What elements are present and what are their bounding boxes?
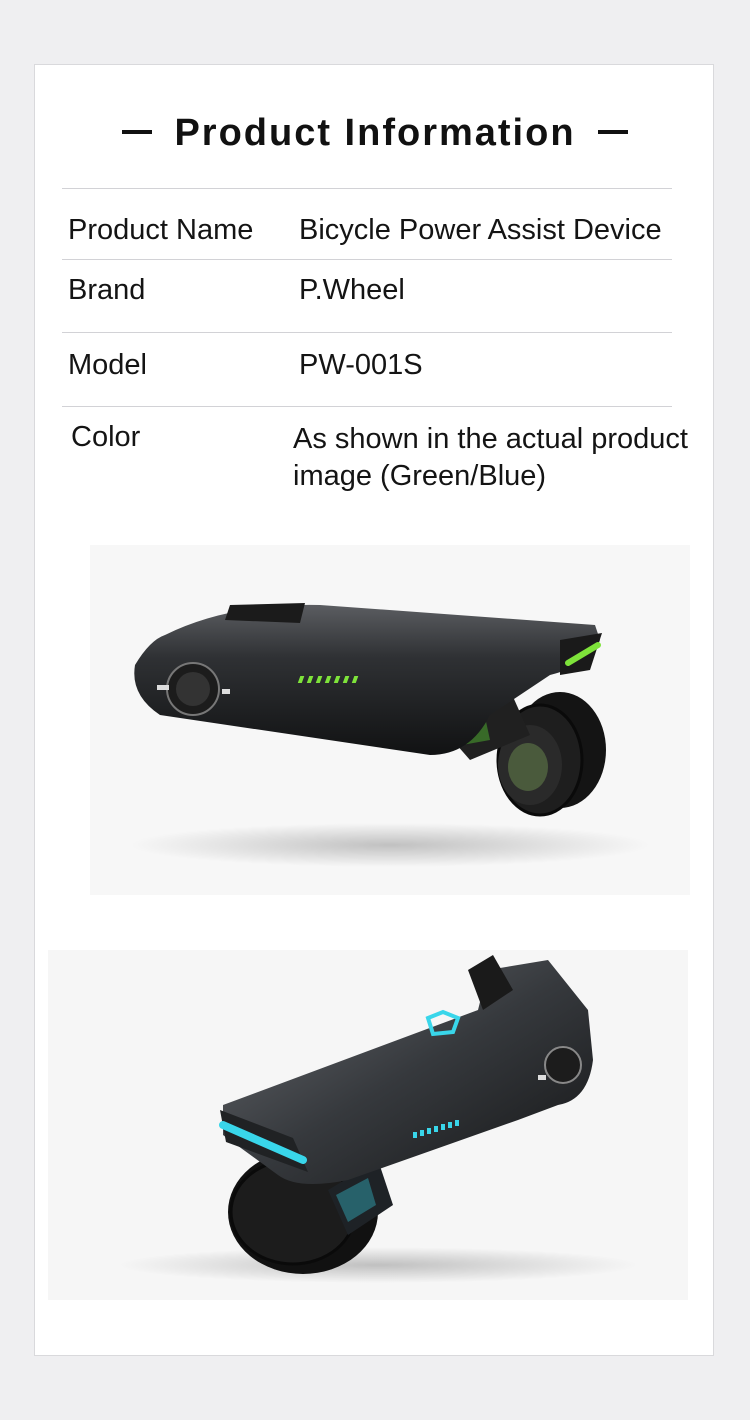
spec-label-model: Model bbox=[68, 349, 147, 381]
title-dash-left bbox=[122, 129, 153, 134]
divider-1 bbox=[62, 259, 672, 260]
section-header: Product Information bbox=[0, 112, 750, 155]
spec-value-brand: P.Wheel bbox=[299, 274, 405, 306]
spec-label-product-name: Product Name bbox=[68, 214, 254, 246]
spec-label-color: Color bbox=[71, 421, 141, 453]
product-image-green bbox=[90, 545, 690, 895]
section-title: Product Information bbox=[174, 112, 576, 154]
divider-2 bbox=[62, 332, 672, 333]
product-image-blue bbox=[48, 950, 688, 1300]
spec-value-model: PW-001S bbox=[299, 349, 423, 381]
spec-value-product-name: Bicycle Power Assist Device bbox=[299, 214, 662, 246]
spec-label-brand: Brand bbox=[68, 274, 146, 306]
title-dash-right bbox=[597, 129, 628, 134]
divider-3 bbox=[62, 406, 672, 407]
spec-value-color: As shown in the actual product image (Gr… bbox=[293, 423, 688, 492]
divider-top bbox=[62, 188, 672, 189]
